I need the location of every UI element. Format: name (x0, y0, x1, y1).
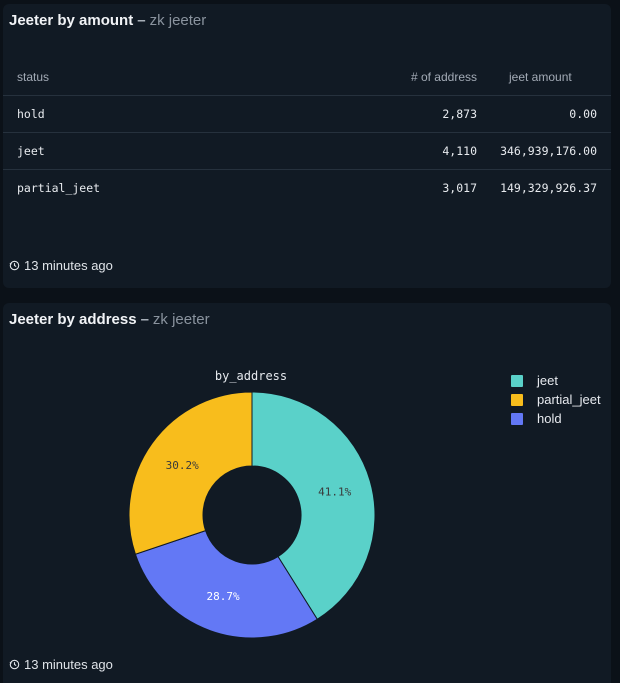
title-dash: – (137, 12, 146, 29)
slice-label-jeet: 41.1% (318, 485, 351, 498)
legend-swatch (511, 393, 523, 406)
slice-label-partial-jeet: 30.2% (166, 459, 199, 472)
column-header-status[interactable]: status (3, 59, 347, 96)
panel-title-text: Jeeter by amount (9, 12, 134, 29)
cell-addresses: 4,110 (347, 132, 477, 170)
table-header-row: status # of address jeet amount (3, 59, 611, 96)
cell-status: jeet (3, 132, 347, 170)
cell-addresses: 3,017 (442, 181, 477, 195)
table-row: partial_jeet 3,017 149,329,926.37 (3, 170, 611, 207)
cell-amount: 0.00 (477, 95, 611, 133)
donut-chart: 41.1% 28.7% 30.2% (128, 391, 376, 639)
legend-label: hold (537, 411, 562, 426)
column-header-amount[interactable]: jeet amount (477, 59, 611, 96)
jeeter-by-amount-panel: Jeeter by amount – zk jeeter status # of a… (3, 4, 611, 288)
legend-swatch (511, 412, 523, 425)
table-row: hold 2,873 0.00 (3, 95, 611, 133)
legend-label: partial_jeet (537, 392, 601, 407)
donut-slice-partial-jeet[interactable] (128, 391, 253, 555)
legend-item-hold[interactable]: hold (511, 409, 601, 428)
legend-label: jeet (537, 373, 558, 388)
column-header-addresses[interactable]: # of address (347, 59, 477, 96)
chart-title: by_address (214, 369, 288, 383)
last-updated: 13 minutes ago (9, 258, 113, 273)
cell-amount: 149,329,926.37 (500, 181, 597, 195)
legend-item-jeet[interactable]: jeet (511, 371, 601, 390)
jeeter-by-address-panel: Jeeter by address – zk jeeter 41.1% 28.7% 30… (3, 303, 611, 683)
panel-subtitle: zk jeeter (149, 12, 207, 29)
panel-title[interactable]: Jeeter by amount – zk jeeter (9, 12, 206, 29)
cell-amount: 346,939,176.00 (477, 132, 611, 170)
amount-table: status # of address jeet amount hold 2,8… (3, 59, 611, 206)
table-row: jeet 4,110 346,939,176.00 (3, 132, 611, 170)
history-icon (9, 260, 20, 271)
cell-status: partial_jeet (17, 181, 101, 195)
last-updated-text: 13 minutes ago (24, 258, 113, 273)
legend-swatch (511, 374, 523, 387)
legend-item-partial-jeet[interactable]: partial_jeet (511, 390, 601, 409)
cell-addresses: 2,873 (347, 95, 477, 133)
slice-label-hold: 28.7% (206, 590, 239, 603)
last-updated: 13 minutes ago (9, 657, 113, 672)
history-icon (9, 659, 20, 670)
cell-status: hold (3, 95, 347, 133)
last-updated-text: 13 minutes ago (24, 657, 113, 672)
chart-legend: jeet partial_jeet hold (511, 371, 601, 428)
